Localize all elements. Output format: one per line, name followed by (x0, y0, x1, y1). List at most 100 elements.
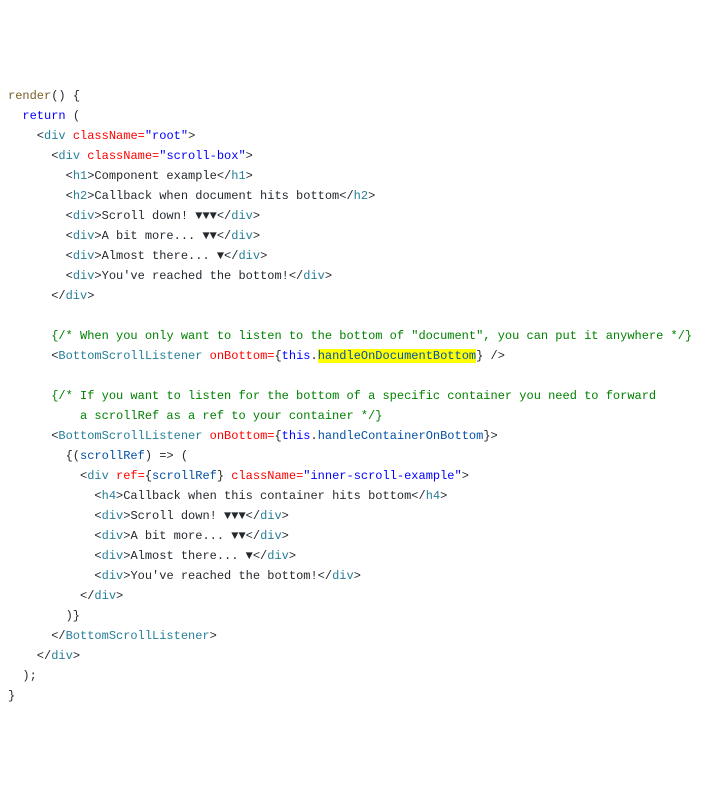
token-punct: )} (8, 609, 80, 623)
token-punct: } (8, 689, 15, 703)
token-text: You've reached the bottom! (130, 569, 317, 583)
token-function: render (8, 89, 51, 103)
token-tag: div (260, 529, 282, 543)
token-text: A bit more... ▼▼ (130, 529, 245, 543)
close: > (210, 629, 217, 643)
close: > (260, 249, 267, 263)
token-punct: < (8, 469, 87, 483)
space (66, 129, 73, 143)
token-tag: div (73, 209, 95, 223)
token-tag: div (332, 569, 354, 583)
token-punct: </ (8, 629, 66, 643)
token-comment: a scrollRef as a ref to your container *… (8, 409, 382, 423)
indent: < (8, 549, 102, 563)
token-text: Component example (94, 169, 216, 183)
token-text: You've reached the bottom! (102, 269, 289, 283)
token-highlighted: handleOnDocumentBottom (318, 349, 476, 363)
close: > (116, 589, 123, 603)
token-string: "inner-scroll-example" (303, 469, 461, 483)
close-open: </ (224, 249, 238, 263)
close: > (491, 429, 498, 443)
token-tag: div (267, 549, 289, 563)
token-punct: < (8, 149, 58, 163)
close-open: </ (217, 229, 231, 243)
token-punct: < (8, 169, 73, 183)
close-open: </ (339, 189, 353, 203)
token-tag: div (303, 269, 325, 283)
close: > (282, 509, 289, 523)
close-open: </ (411, 489, 425, 503)
close-open: </ (217, 209, 231, 223)
token-punct: < (8, 129, 44, 143)
close: > (73, 649, 80, 663)
token-punct: > (188, 129, 195, 143)
token-text: Almost there... ▼ (130, 549, 252, 563)
close: > (289, 549, 296, 563)
token-string: "scroll-box" (159, 149, 245, 163)
token-tag: h4 (426, 489, 440, 503)
indent: < (8, 569, 102, 583)
token-punct: </ (8, 289, 66, 303)
token-this: this (282, 429, 311, 443)
close-open: </ (246, 509, 260, 523)
close: > (368, 189, 375, 203)
token-expr: handleContainerOnBottom (318, 429, 484, 443)
token-punct: </ (8, 589, 94, 603)
token-attr: className= (231, 469, 303, 483)
token-text: A bit more... ▼▼ (102, 229, 217, 243)
close: > (246, 169, 253, 183)
token-attr: ref= (116, 469, 145, 483)
token-this: this (282, 349, 311, 363)
close: > (87, 289, 94, 303)
close: > (282, 529, 289, 543)
space (202, 349, 209, 363)
token-tag: h1 (231, 169, 245, 183)
token-string: "root" (145, 129, 188, 143)
close: > (462, 469, 469, 483)
token-tag: BottomScrollListener (66, 629, 210, 643)
space (202, 429, 209, 443)
token-punct: > (94, 229, 101, 243)
close: > (354, 569, 361, 583)
token-tag: div (73, 249, 95, 263)
token-tag: div (102, 549, 124, 563)
token-punct: < (8, 189, 73, 203)
token-punct: < (8, 349, 58, 363)
brace-close: } (483, 429, 490, 443)
close-open: </ (246, 529, 260, 543)
token-tag: div (94, 589, 116, 603)
brace-open: { (274, 429, 281, 443)
indent: < (8, 509, 102, 523)
close-open: </ (217, 169, 231, 183)
close: > (440, 489, 447, 503)
close-open: </ (318, 569, 332, 583)
token-punct: </ (8, 649, 51, 663)
indent: < (8, 529, 102, 543)
token-punct: < (8, 209, 73, 223)
brace-open: { (145, 469, 152, 483)
token-tag: div (73, 229, 95, 243)
token-tag: div (51, 649, 73, 663)
self-close: /> (483, 349, 505, 363)
token-expr: scrollRef (152, 469, 217, 483)
token-tag: div (238, 249, 260, 263)
token-tag: div (66, 289, 88, 303)
token-text: Scroll down! ▼▼▼ (102, 209, 217, 223)
indent: < (8, 489, 102, 503)
token-tag: h4 (102, 489, 116, 503)
token-tag: div (260, 509, 282, 523)
token-punct: () { (51, 89, 80, 103)
token-tag: div (44, 129, 66, 143)
token-attr: className= (87, 149, 159, 163)
token-comment: {/* If you want to listen for the bottom… (51, 389, 656, 403)
token-punct: > (94, 249, 101, 263)
token-attr: className= (73, 129, 145, 143)
token-tag: div (87, 469, 109, 483)
token-expr: scrollRef (80, 449, 145, 463)
close: > (325, 269, 332, 283)
token-text: Callback when document hits bottom (94, 189, 339, 203)
token-punct: < (8, 269, 73, 283)
close-open: </ (289, 269, 303, 283)
token-punct: {( (8, 449, 80, 463)
indent (8, 109, 22, 123)
